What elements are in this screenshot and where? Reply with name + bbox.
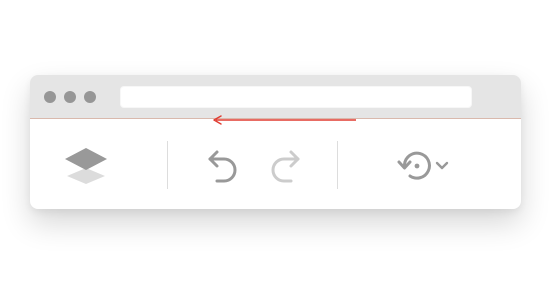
annotation-arrow bbox=[213, 115, 356, 125]
address-bar[interactable] bbox=[120, 86, 472, 108]
window-control-dot[interactable] bbox=[44, 91, 56, 103]
toolbar-divider bbox=[337, 141, 338, 189]
redo-icon bbox=[271, 150, 300, 183]
stage bbox=[0, 0, 551, 284]
browser-window bbox=[30, 75, 521, 209]
toolbar-divider bbox=[167, 141, 168, 189]
layers-icon[interactable] bbox=[60, 143, 112, 187]
chevron-down-icon[interactable] bbox=[434, 158, 450, 172]
window-control-dot[interactable] bbox=[64, 91, 76, 103]
history-icon[interactable] bbox=[396, 149, 434, 183]
undo-icon[interactable] bbox=[204, 145, 244, 185]
window-control-dot[interactable] bbox=[84, 91, 96, 103]
editor-toolbar bbox=[30, 120, 521, 209]
